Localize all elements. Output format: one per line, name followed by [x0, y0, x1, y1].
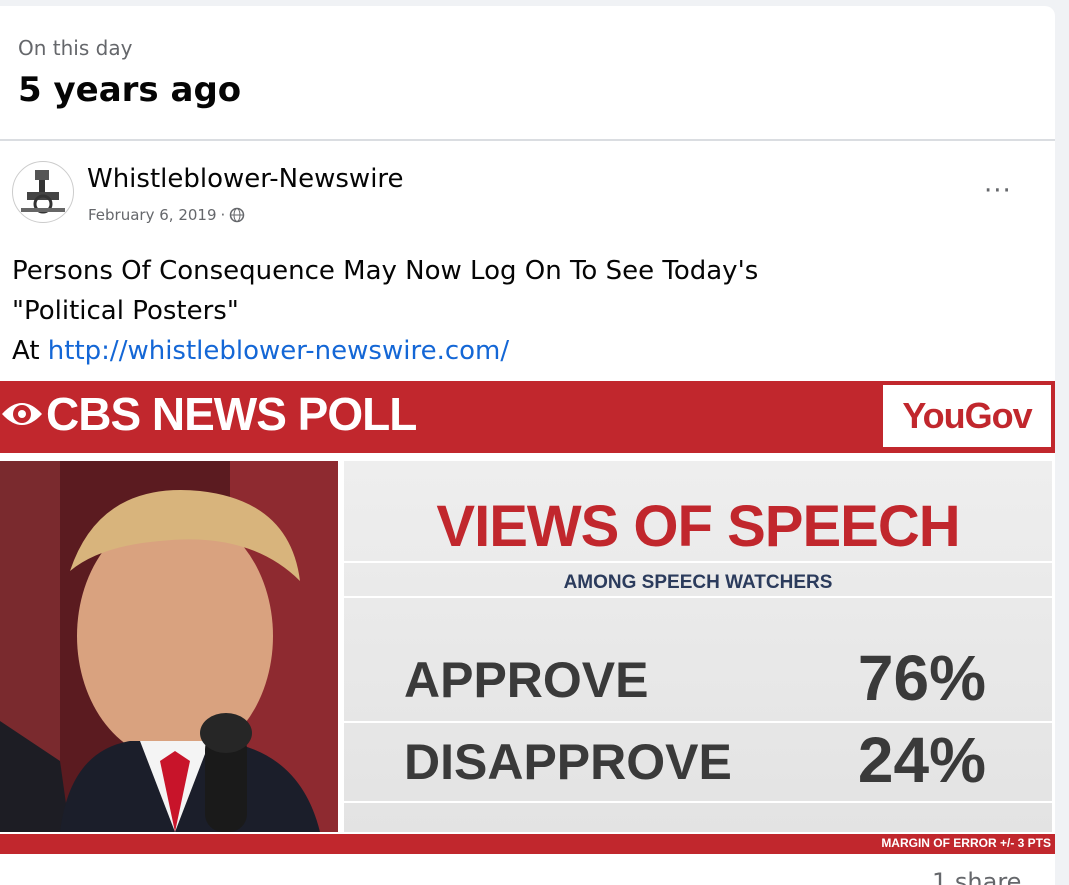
globe-icon	[230, 207, 245, 223]
post-image[interactable]: CBS NEWS POLL YouGov VIEWS OF SPEECH AMO…	[0, 381, 1055, 854]
memory-header: On this day 5 years ago	[18, 36, 241, 112]
poll-row-value: 24%	[857, 724, 986, 796]
post-meta: February 6, 2019 ·	[88, 206, 245, 224]
poll-banner-title: CBS NEWS POLL	[0, 387, 417, 441]
poll-footer-bar: MARGIN OF ERROR +/- 3 PTS	[0, 834, 1055, 854]
poll-row-value: 76%	[857, 642, 986, 714]
yougov-logo: YouGov	[883, 385, 1051, 447]
poll-panel: VIEWS OF SPEECH AMONG SPEECH WATCHERS AP…	[344, 461, 1052, 832]
link-prefix: At	[12, 336, 48, 366]
poll-rule	[344, 561, 1052, 563]
cbs-eye-icon	[2, 403, 42, 425]
post-date[interactable]: February 6, 2019	[88, 206, 217, 224]
post-text: Persons Of Consequence May Now Log On To…	[12, 251, 758, 371]
post-author[interactable]: Whistleblower-Newswire	[87, 164, 404, 194]
memory-card: On this day 5 years ago Whistleblower-Ne…	[0, 6, 1055, 885]
poll-banner: CBS NEWS POLL YouGov	[0, 381, 1055, 453]
poll-row-label: DISAPPROVE	[404, 734, 732, 790]
speaker-portrait	[0, 461, 338, 832]
poll-subtitle: AMONG SPEECH WATCHERS	[563, 572, 833, 593]
post-text-line2: "Political Posters"	[12, 296, 239, 326]
post-text-line1: Persons Of Consequence May Now Log On To…	[12, 256, 759, 286]
avatar[interactable]	[12, 161, 74, 223]
more-options-icon[interactable]: ···	[984, 176, 1012, 206]
printing-press-icon	[21, 170, 65, 214]
share-count[interactable]: 1 share	[932, 868, 1021, 885]
post-link[interactable]: http://whistleblower-newswire.com/	[48, 336, 509, 366]
memory-label: On this day	[18, 36, 133, 60]
divider	[0, 139, 1055, 141]
meta-separator: ·	[220, 206, 226, 224]
margin-of-error: MARGIN OF ERROR +/- 3 PTS	[881, 836, 1051, 850]
memory-title: 5 years ago	[18, 70, 242, 110]
post-text-line3: At http://whistleblower-newswire.com/	[12, 331, 758, 371]
poll-rule	[344, 596, 1052, 598]
poll-brand: CBS NEWS POLL	[46, 388, 417, 440]
speaker-photo	[0, 461, 338, 832]
poll-title: VIEWS OF SPEECH	[436, 494, 960, 559]
poll-rule	[344, 801, 1052, 803]
poll-row-label: APPROVE	[404, 652, 649, 708]
